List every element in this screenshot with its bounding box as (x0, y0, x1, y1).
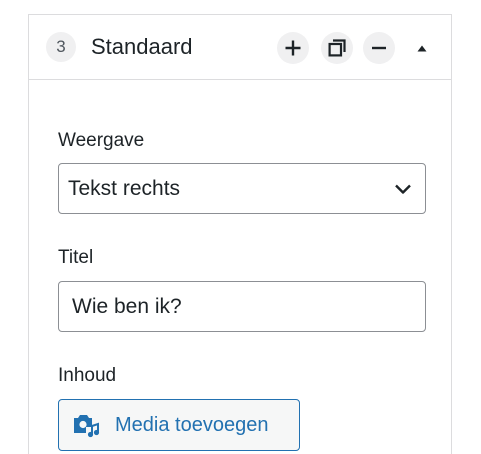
plus-icon (285, 40, 301, 56)
add-block-button[interactable] (277, 32, 309, 64)
block-header[interactable]: 3 Standaard (29, 15, 451, 80)
triangle-up-icon (417, 45, 427, 52)
media-add-icon (74, 415, 100, 438)
remove-block-button[interactable] (363, 32, 395, 64)
titel-label: Titel (58, 247, 94, 268)
weergave-label: Weergave (58, 130, 145, 151)
add-media-label: Media toevoegen (115, 414, 269, 436)
minus-icon (372, 46, 386, 50)
duplicate-icon (328, 39, 346, 57)
weergave-selected-value: Tekst rechts (68, 177, 181, 200)
titel-input[interactable] (58, 281, 426, 332)
block-title: Standaard (91, 34, 193, 59)
add-media-button[interactable]: Media toevoegen (58, 399, 300, 451)
weergave-select[interactable]: Tekst rechts (58, 163, 426, 214)
chevron-down-icon (395, 184, 411, 194)
inhoud-label: Inhoud (58, 365, 117, 386)
collapse-block-button[interactable] (409, 32, 435, 64)
block-panel: 3 Standaard Weergave Tekst rechts Titel … (28, 14, 452, 454)
block-index-badge: 3 (46, 32, 76, 62)
duplicate-block-button[interactable] (321, 32, 353, 64)
